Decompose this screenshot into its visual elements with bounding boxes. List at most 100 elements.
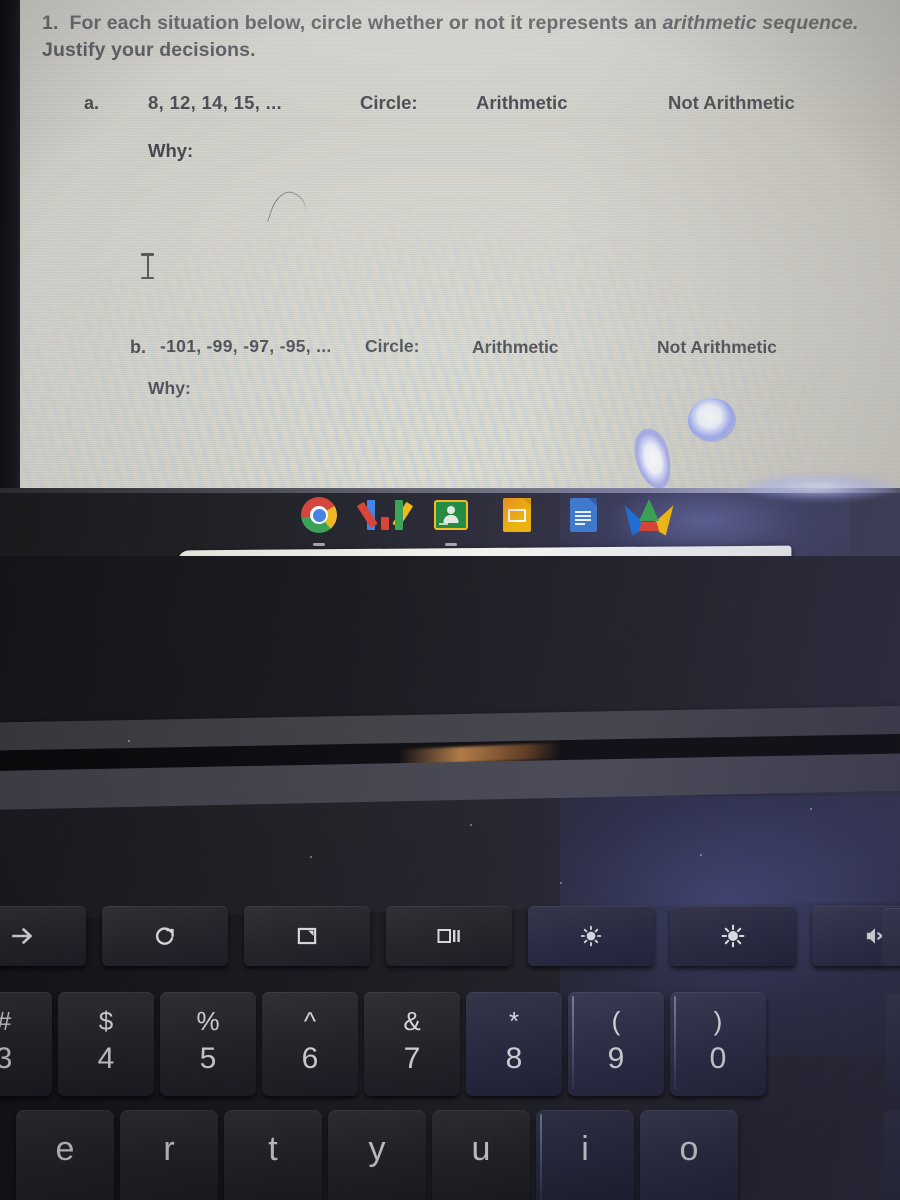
key-forward[interactable]	[0, 906, 86, 966]
item-b-option-not-arithmetic[interactable]: Not Arithmetic	[657, 337, 777, 358]
item-b-option-arithmetic[interactable]: Arithmetic	[472, 337, 559, 358]
item-b-letter: b.	[130, 337, 146, 357]
key-number: 8	[505, 1042, 523, 1075]
key-symbol: %	[196, 1006, 220, 1036]
key-letter: i	[581, 1130, 589, 1168]
key-number: 3	[0, 1042, 13, 1075]
text-i-beam-cursor[interactable]	[141, 253, 154, 279]
key-u[interactable]: u	[432, 1110, 530, 1200]
key-symbol: *	[508, 1006, 520, 1036]
key-t[interactable]: t	[224, 1110, 322, 1200]
key-number: 7	[403, 1042, 421, 1075]
key-o[interactable]: o	[640, 1110, 738, 1200]
gmail-icon	[356, 500, 414, 530]
shelf-item-docs[interactable]	[564, 496, 602, 534]
shelf-item-classroom[interactable]	[432, 496, 470, 546]
key-partial-right-letter[interactable]	[884, 1110, 900, 1200]
key-symbol: #	[0, 1008, 11, 1034]
item-a-option-arithmetic[interactable]: Arithmetic	[476, 92, 568, 114]
key-symbol: ^	[303, 1006, 317, 1036]
item-a-sequence: 8, 12, 14, 15, ...	[148, 92, 282, 113]
key-6[interactable]: ^ 6	[262, 992, 358, 1096]
keyboard[interactable]: # 3 $ 4 % 5 ^ 6 & 7 * 8	[0, 906, 900, 1200]
item-b-sequence: -101, -99, -97, -95, ...	[160, 336, 332, 356]
key-7[interactable]: & 7	[364, 992, 460, 1096]
key-fullscreen[interactable]	[244, 906, 370, 966]
glare-highlight-icon	[688, 398, 736, 442]
key-0[interactable]: ) 0	[670, 992, 766, 1096]
keyboard-deck-lip	[0, 789, 900, 921]
key-partial-right-fn[interactable]	[882, 908, 900, 966]
key-5[interactable]: % 5	[160, 992, 256, 1096]
brightness-down-icon	[580, 925, 602, 947]
item-a-why-label: Why:	[148, 140, 194, 161]
key-4[interactable]: $ 4	[58, 992, 154, 1096]
fullscreen-icon	[297, 927, 317, 945]
key-letter: o	[679, 1130, 699, 1168]
item-b-why-label: Why:	[148, 378, 191, 398]
backlight-glint	[540, 1114, 542, 1200]
key-3[interactable]: # 3	[0, 992, 52, 1096]
shelf-item-drive[interactable]	[616, 496, 682, 536]
screen-left-bezel-edge	[0, 0, 21, 492]
key-i[interactable]: i	[536, 1110, 634, 1200]
key-number: 6	[301, 1042, 319, 1075]
key-8[interactable]: * 8	[466, 992, 562, 1096]
reload-icon	[155, 927, 174, 945]
key-number: 4	[97, 1042, 115, 1075]
prompt-emphasis: arithmetic sequence.	[662, 12, 859, 34]
key-letter: e	[55, 1130, 75, 1168]
google-docs-icon	[569, 498, 597, 532]
running-indicator	[445, 543, 457, 546]
key-symbol: &	[403, 1006, 421, 1036]
key-brightness-up[interactable]	[670, 906, 796, 966]
brightness-up-icon	[721, 924, 745, 948]
chromebook-screen: 1. For each situation below, circle whet…	[20, 0, 900, 492]
key-e[interactable]: e	[16, 1110, 114, 1200]
key-symbol: (	[611, 1006, 621, 1036]
key-partial-right-number[interactable]	[886, 994, 900, 1096]
moire-pattern-artifact	[20, 120, 900, 492]
shelf-item-slides[interactable]	[498, 496, 536, 534]
pencil-stroke-artifact	[267, 187, 311, 233]
overview-window-icon	[437, 929, 460, 943]
shelf-item-chrome[interactable]	[300, 496, 338, 546]
key-symbol: $	[98, 1006, 114, 1036]
shelf-item-gmail[interactable]	[356, 496, 414, 534]
worksheet-document: 1. For each situation below, circle whet…	[20, 0, 900, 492]
forward-arrow-icon	[11, 928, 32, 944]
google-drive-icon	[616, 499, 682, 536]
key-reload[interactable]	[102, 906, 228, 966]
google-slides-icon	[503, 498, 531, 532]
key-number: 9	[607, 1042, 625, 1075]
key-brightness-down[interactable]	[528, 906, 654, 966]
key-letter: y	[368, 1130, 386, 1168]
key-y[interactable]: y	[328, 1110, 426, 1200]
key-symbol: )	[713, 1006, 723, 1036]
item-a-letter: a.	[84, 93, 100, 113]
key-9[interactable]: ( 9	[568, 992, 664, 1096]
key-overview[interactable]	[386, 906, 512, 966]
key-number: 0	[709, 1042, 727, 1075]
shelf-app-tray[interactable]	[300, 496, 682, 546]
backlight-glint	[674, 996, 676, 1090]
key-r[interactable]: r	[120, 1110, 218, 1200]
lcd-scanline-artifact	[20, 0, 900, 492]
key-number: 5	[199, 1042, 217, 1075]
item-b-circle-label: Circle:	[365, 336, 420, 356]
screen-bottom-edge-highlight	[0, 488, 900, 493]
question-prompt: 1. For each situation below, circle whet…	[42, 12, 859, 61]
keyboard-function-row[interactable]	[0, 906, 900, 966]
backlight-glint	[572, 996, 574, 1090]
keyboard-letter-row[interactable]: e r t y u i o	[16, 1110, 738, 1200]
key-letter: t	[268, 1130, 278, 1168]
running-indicator	[313, 543, 325, 546]
keyboard-number-row[interactable]: # 3 $ 4 % 5 ^ 6 & 7 * 8	[0, 992, 766, 1096]
item-a-option-not-arithmetic[interactable]: Not Arithmetic	[668, 92, 795, 114]
chrome-icon	[301, 497, 337, 533]
item-a-circle-label: Circle:	[360, 92, 418, 113]
photo-of-chromebook: 1. For each situation below, circle whet…	[0, 0, 900, 1200]
key-letter: u	[471, 1130, 491, 1168]
glare-reflection-icon	[629, 424, 677, 492]
google-classroom-icon	[434, 500, 468, 530]
